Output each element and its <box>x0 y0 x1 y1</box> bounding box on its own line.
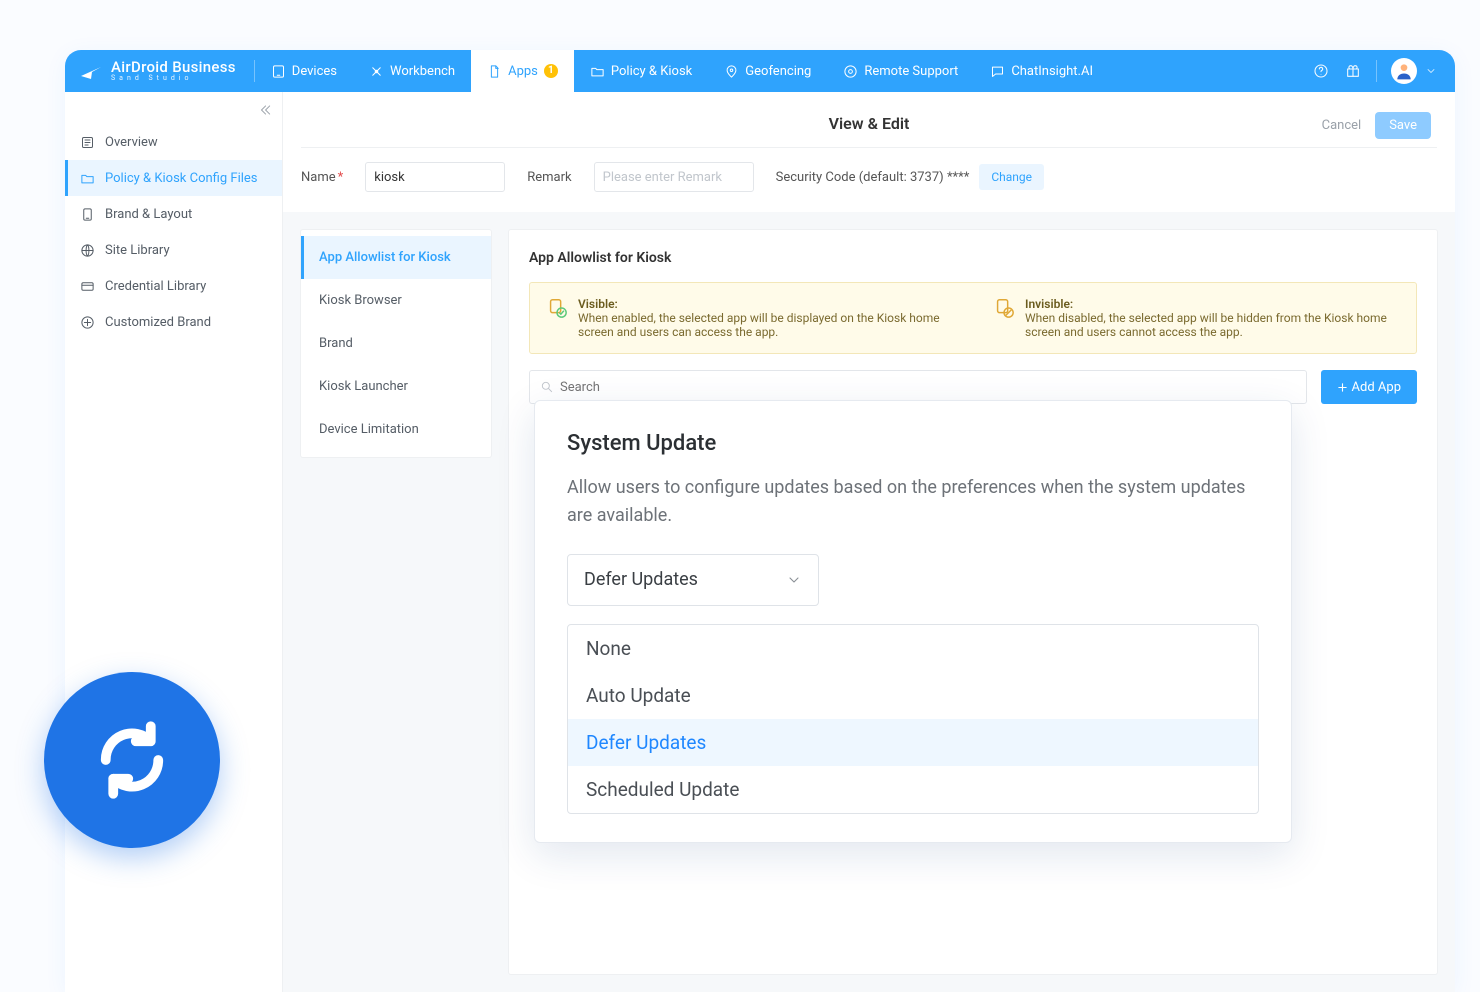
sidebar-item-policy-files[interactable]: Policy & Kiosk Config Files <box>65 160 282 196</box>
workbench-icon <box>369 64 384 79</box>
nav-chatinsight-label: ChatInsight.AI <box>1011 64 1093 79</box>
avatar-icon <box>1394 61 1414 81</box>
option-none[interactable]: None <box>568 625 1258 672</box>
nav-devices-label: Devices <box>292 64 337 79</box>
nav-chatinsight[interactable]: ChatInsight.AI <box>974 50 1109 92</box>
nav-remote-support[interactable]: Remote Support <box>827 50 974 92</box>
nav-policy-kiosk[interactable]: Policy & Kiosk <box>574 50 708 92</box>
cancel-button[interactable]: Cancel <box>1322 118 1362 133</box>
plus-icon <box>1337 382 1348 393</box>
apps-badge: 1 <box>544 64 558 78</box>
remark-input[interactable] <box>594 162 754 192</box>
nav-geofencing-label: Geofencing <box>745 64 811 79</box>
support-icon <box>843 64 858 79</box>
subnav-browser[interactable]: Kiosk Browser <box>301 279 491 322</box>
topbar: AirDroid Business Sand Studio Devices Wo… <box>65 50 1455 92</box>
add-app-label: Add App <box>1352 380 1401 395</box>
nav-policy-label: Policy & Kiosk <box>611 64 692 79</box>
visible-icon <box>546 297 568 319</box>
security-code-label: Security Code (default: 3737) **** <box>776 170 970 185</box>
sidebar-item-label: Customized Brand <box>105 315 211 330</box>
system-update-popover: System Update Allow users to configure u… <box>534 400 1292 843</box>
save-button[interactable]: Save <box>1375 112 1431 139</box>
nav-workbench-label: Workbench <box>390 64 455 79</box>
brand-logo-icon <box>79 59 103 83</box>
nav-apps[interactable]: Apps 1 <box>471 50 574 92</box>
gift-icon[interactable] <box>1344 62 1362 80</box>
sidebar-item-label: Site Library <box>105 243 170 258</box>
topbar-right <box>1312 50 1455 92</box>
update-mode-options: None Auto Update Defer Updates Scheduled… <box>567 624 1259 814</box>
subnav-allowlist[interactable]: App Allowlist for Kiosk <box>301 236 491 279</box>
add-app-button[interactable]: Add App <box>1321 370 1417 404</box>
sidebar-item-label: Brand & Layout <box>105 207 192 222</box>
sync-badge <box>44 672 220 848</box>
brand-tagline: Sand Studio <box>111 75 236 82</box>
sidebar-collapse-icon[interactable] <box>258 102 272 121</box>
search-input[interactable] <box>560 380 1296 395</box>
sidebar-item-credential-library[interactable]: Credential Library <box>65 268 282 304</box>
credential-icon <box>79 278 95 294</box>
devices-icon <box>271 64 286 79</box>
help-icon[interactable] <box>1312 62 1330 80</box>
invisible-icon <box>993 297 1015 319</box>
folder-icon <box>590 64 605 79</box>
search-icon <box>540 380 554 394</box>
popover-title: System Update <box>567 431 1259 456</box>
sidebar-item-site-library[interactable]: Site Library <box>65 232 282 268</box>
page-title: View & Edit <box>829 114 910 133</box>
chevron-down-icon[interactable] <box>1425 65 1437 77</box>
invisible-title: Invisible: <box>1025 297 1073 311</box>
subnav: App Allowlist for Kiosk Kiosk Browser Br… <box>301 230 491 457</box>
visible-desc: When enabled, the selected app will be d… <box>578 311 940 339</box>
sidebar-item-label: Credential Library <box>105 279 206 294</box>
brand-layout-icon <box>79 206 95 222</box>
brand: AirDroid Business Sand Studio <box>65 50 254 92</box>
select-value: Defer Updates <box>584 569 698 590</box>
option-defer-updates[interactable]: Defer Updates <box>568 719 1258 766</box>
subnav-launcher[interactable]: Kiosk Launcher <box>301 365 491 408</box>
brand-name: AirDroid Business <box>111 60 236 75</box>
update-mode-select[interactable]: Defer Updates <box>567 554 819 606</box>
form-row: Name* Remark Security Code (default: 373… <box>283 148 1455 212</box>
sync-icon <box>87 715 177 805</box>
overview-icon <box>79 134 95 150</box>
divider <box>1376 60 1377 82</box>
visible-title: Visible: <box>578 297 618 311</box>
search-input-wrapper[interactable] <box>529 370 1307 404</box>
nav-remote-label: Remote Support <box>864 64 958 79</box>
info-banner: Visible: When enabled, the selected app … <box>529 282 1417 354</box>
sidebar-item-overview[interactable]: Overview <box>65 124 282 160</box>
name-input[interactable] <box>365 162 505 192</box>
sidebar-item-label: Overview <box>105 135 158 150</box>
page-header: View & Edit Cancel Save <box>283 92 1455 147</box>
option-auto-update[interactable]: Auto Update <box>568 672 1258 719</box>
topnav: Devices Workbench Apps 1 Policy & Kiosk … <box>255 50 1109 92</box>
sidebar-item-brand-layout[interactable]: Brand & Layout <box>65 196 282 232</box>
apps-icon <box>487 64 502 79</box>
nav-apps-label: Apps <box>508 64 538 79</box>
nav-geofencing[interactable]: Geofencing <box>708 50 827 92</box>
remark-label: Remark <box>527 170 571 185</box>
geofencing-icon <box>724 64 739 79</box>
panel-title: App Allowlist for Kiosk <box>529 250 1417 266</box>
customized-brand-icon <box>79 314 95 330</box>
name-label: Name* <box>301 170 343 185</box>
sidebar: Overview Policy & Kiosk Config Files Bra… <box>65 92 283 992</box>
nav-devices[interactable]: Devices <box>255 50 353 92</box>
subnav-limitation[interactable]: Device Limitation <box>301 408 491 451</box>
change-button[interactable]: Change <box>979 164 1044 190</box>
option-scheduled-update[interactable]: Scheduled Update <box>568 766 1258 813</box>
subnav-brand[interactable]: Brand <box>301 322 491 365</box>
nav-workbench[interactable]: Workbench <box>353 50 471 92</box>
popover-desc: Allow users to configure updates based o… <box>567 474 1259 530</box>
globe-icon <box>79 242 95 258</box>
policy-files-icon <box>79 170 95 186</box>
sidebar-item-label: Policy & Kiosk Config Files <box>105 171 258 186</box>
chat-icon <box>990 64 1005 79</box>
user-avatar[interactable] <box>1391 58 1417 84</box>
chevron-down-icon <box>786 572 802 588</box>
invisible-desc: When disabled, the selected app will be … <box>1025 311 1387 339</box>
sidebar-item-customized-brand[interactable]: Customized Brand <box>65 304 282 340</box>
